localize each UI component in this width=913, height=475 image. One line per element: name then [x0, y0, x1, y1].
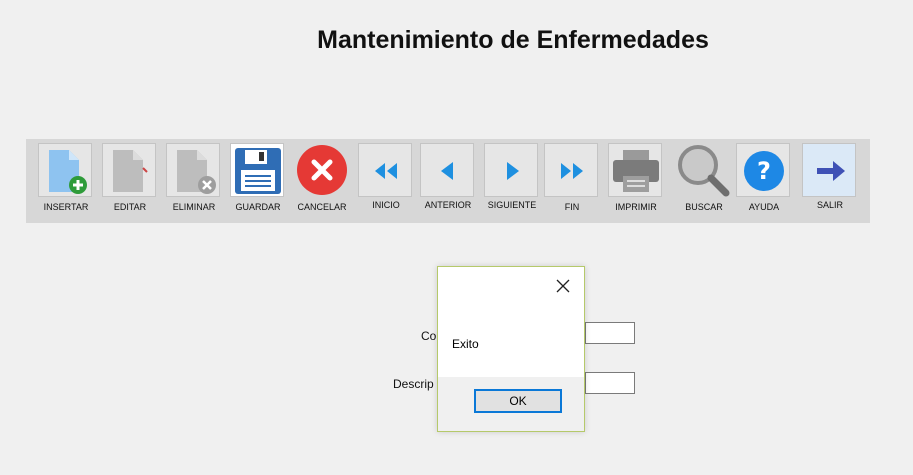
ok-button[interactable]: OK	[474, 389, 562, 413]
first-record-icon	[358, 143, 412, 197]
document-edit-icon	[102, 143, 156, 197]
fin-button[interactable]: FIN	[544, 143, 600, 215]
exit-arrow-icon	[802, 143, 856, 197]
editar-button[interactable]: EDITAR	[102, 143, 158, 215]
message-dialog: Exito OK	[437, 266, 585, 432]
document-delete-icon	[166, 143, 220, 197]
page-title: Mantenimiento de Enfermedades	[317, 26, 709, 54]
floppy-disk-icon	[230, 143, 284, 197]
dialog-footer: OK	[438, 377, 584, 431]
imprimir-button[interactable]: IMPRIMIR	[608, 143, 664, 215]
codigo-field[interactable]	[585, 322, 635, 344]
eliminar-button[interactable]: ELIMINAR	[166, 143, 222, 215]
printer-icon	[608, 143, 662, 197]
cancelar-button[interactable]: CANCELAR	[294, 143, 350, 215]
salir-button[interactable]: SALIR	[802, 143, 858, 215]
dialog-message: Exito	[452, 337, 479, 351]
insertar-button[interactable]: INSERTAR	[38, 143, 94, 215]
anterior-button[interactable]: ANTERIOR	[420, 143, 476, 215]
magnifier-icon	[676, 143, 730, 197]
toolbar: INSERTAR EDITAR ELIMINAR GUARDAR CANCELA…	[26, 139, 870, 223]
inicio-button[interactable]: INICIO	[358, 143, 414, 215]
next-record-icon	[484, 143, 538, 197]
last-record-icon	[544, 143, 598, 197]
cancel-x-icon	[294, 143, 348, 197]
salir-label: SALIR	[816, 200, 843, 210]
close-icon[interactable]	[554, 277, 572, 295]
descripcion-label: Descrip	[393, 377, 434, 391]
ayuda-button[interactable]: ? AYUDA	[736, 143, 792, 215]
svg-text:?: ?	[757, 157, 771, 185]
descripcion-field[interactable]	[585, 372, 635, 394]
codigo-label: Co	[421, 329, 437, 343]
previous-record-icon	[420, 143, 474, 197]
document-add-icon	[38, 143, 92, 197]
help-icon: ?	[736, 143, 790, 197]
guardar-button[interactable]: GUARDAR	[230, 143, 286, 215]
